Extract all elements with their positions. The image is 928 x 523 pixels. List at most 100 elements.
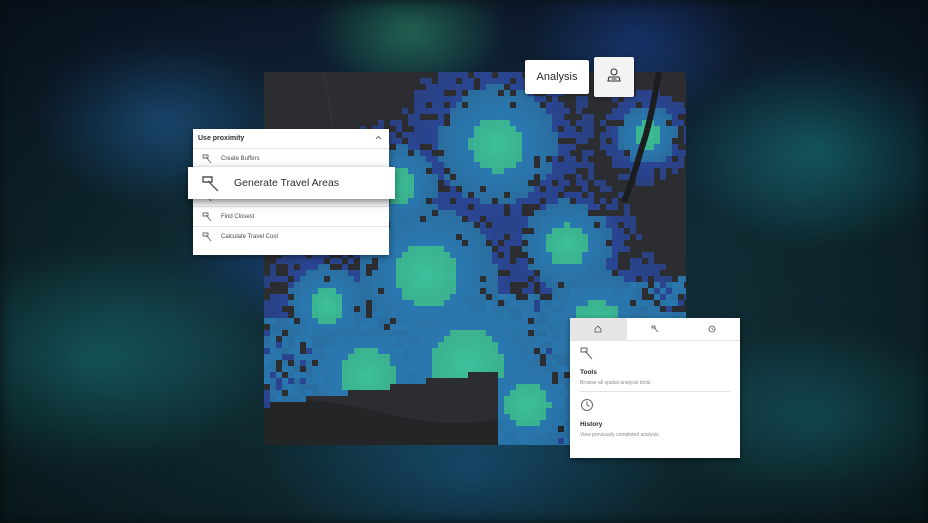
density-cell [528,270,534,276]
density-cell [378,384,384,390]
tab-home[interactable] [570,318,627,340]
density-cell [588,222,594,228]
density-cell [468,150,474,156]
density-cell [498,96,504,102]
density-cell [546,330,552,336]
density-cell [342,318,348,324]
density-cell [420,294,426,300]
density-cell [588,198,594,204]
tool-item-generate-travel-areas[interactable]: Generate Travel Areas [188,167,395,199]
density-cell [498,264,504,270]
panel-header[interactable]: Use proximity [193,129,389,149]
density-cell [618,228,624,234]
density-cell [366,276,372,282]
density-cell [480,126,486,132]
density-cell [402,132,408,138]
density-cell [504,138,510,144]
tab-history[interactable] [683,318,740,340]
density-cell [510,234,516,240]
density-cell [516,426,522,432]
density-cell [618,138,624,144]
density-cell [570,204,576,210]
density-cell [528,126,534,132]
density-cell [606,150,612,156]
density-cell [408,324,414,330]
density-cell [642,156,648,162]
density-cell [426,150,432,156]
density-cell [624,120,630,126]
density-cell [384,312,390,318]
density-cell [396,366,402,372]
density-cell [540,162,546,168]
density-cell [552,324,558,330]
density-cell [660,162,666,168]
density-cell [678,150,684,156]
density-cell [270,366,276,372]
density-cell [378,264,384,270]
density-cell [444,144,450,150]
density-cell [618,246,624,252]
density-cell [672,162,678,168]
density-cell [642,276,648,282]
density-cell [402,186,408,192]
density-cell [420,336,426,342]
density-cell [468,126,474,132]
history-section[interactable]: History View previously completed analys… [570,392,740,443]
analysis-button[interactable] [594,57,634,97]
density-cell [522,156,528,162]
density-cell [546,144,552,150]
density-cell [432,108,438,114]
density-cell [522,144,528,150]
density-cell [546,318,552,324]
section-description: Browse all spatial analysis tools. [580,380,730,392]
density-cell [600,198,606,204]
density-cell [396,204,402,210]
tab-tools[interactable] [627,318,684,340]
density-cell [594,270,600,276]
tool-item-calculate-travel-cost[interactable]: Calculate Travel Cost [193,227,389,246]
density-cell [462,114,468,120]
density-cell [294,384,300,390]
density-cell [540,330,546,336]
tools-section[interactable]: Tools Browse all spatial analysis tools. [570,341,740,392]
density-cell [264,390,270,396]
density-cell [522,138,528,144]
density-cell [462,300,468,306]
density-cell [390,120,396,126]
density-cell [432,270,438,276]
tool-item-create-buffers[interactable]: Create Buffers [193,149,389,169]
density-cell [558,102,564,108]
density-cell [546,186,552,192]
density-cell [336,336,342,342]
density-cell [654,282,660,288]
density-cell [378,282,384,288]
density-cell [618,102,624,108]
density-cell [540,342,546,348]
density-cell [420,162,426,168]
density-cell [306,378,312,384]
tool-item-find-closest[interactable]: Find Closest [193,207,389,227]
density-cell [414,366,420,372]
density-cell [462,264,468,270]
density-cell [450,318,456,324]
density-cell [624,102,630,108]
density-cell [636,90,642,96]
density-cell [444,366,450,372]
density-cell [498,174,504,180]
density-cell [516,408,522,414]
chevron-up-icon[interactable] [375,135,382,142]
density-cell [522,222,528,228]
density-cell [318,276,324,282]
density-cell [552,396,558,402]
density-cell [312,348,318,354]
density-cell [528,408,534,414]
density-cell [438,366,444,372]
density-cell [540,246,546,252]
density-cell [444,372,450,378]
density-cell [288,270,294,276]
density-cell [570,144,576,150]
density-cell [468,246,474,252]
density-cell [540,276,546,282]
density-cell [468,258,474,264]
density-cell [540,426,546,432]
